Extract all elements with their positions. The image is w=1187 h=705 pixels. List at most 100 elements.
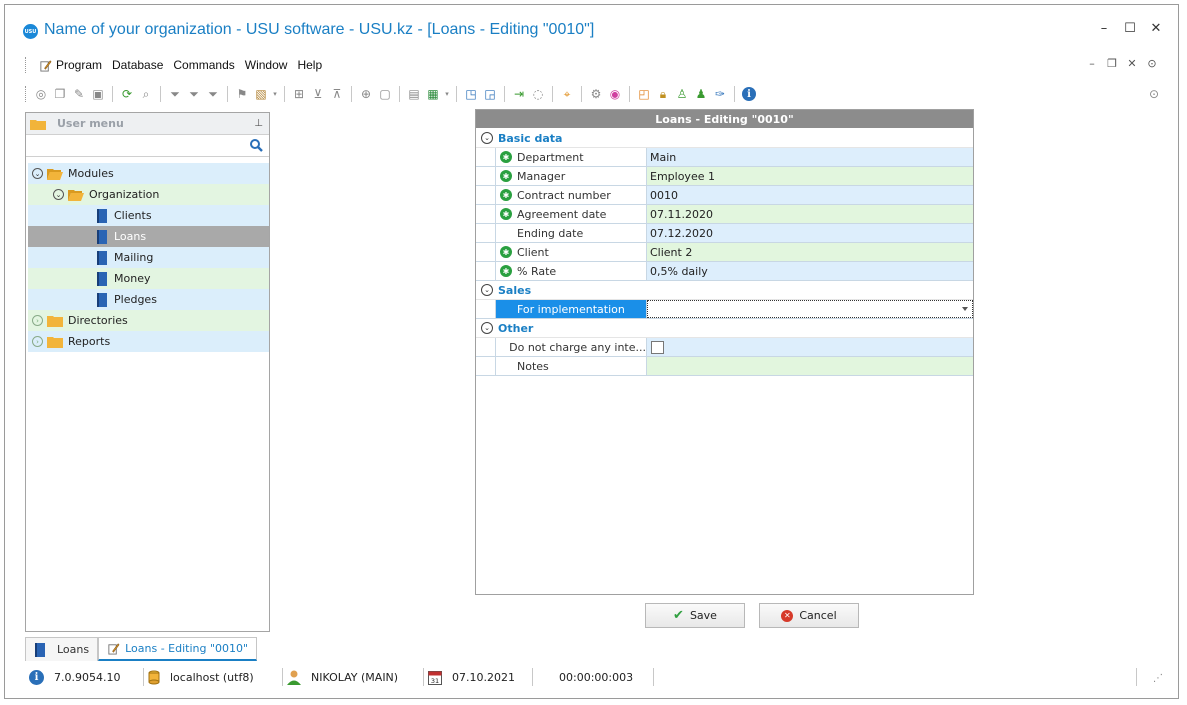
tree-item-label: Mailing [114, 251, 154, 264]
mdi-restore-button[interactable]: ❐ [1106, 57, 1118, 70]
flag-icon[interactable]: ⚑ [234, 86, 250, 102]
ending-date-value[interactable]: 07.12.2020 [647, 224, 973, 242]
toolbar-grip[interactable] [25, 86, 28, 102]
tree-item-clients[interactable]: Clients [28, 205, 269, 226]
prop-for-implementation[interactable]: For implementation [476, 300, 973, 319]
cancel-button[interactable]: ✕ Cancel [759, 603, 859, 628]
tree-item-mailing[interactable]: Mailing [28, 247, 269, 268]
export-dropdown-icon[interactable]: ▾ [444, 86, 450, 102]
tree-item-money[interactable]: Money [28, 268, 269, 289]
export-excel-icon[interactable]: ▦ [425, 86, 441, 102]
tree-item-directories[interactable]: › Directories [28, 310, 269, 331]
user-key-icon[interactable]: ♙ [674, 86, 690, 102]
note-icon[interactable]: ▢ [377, 86, 393, 102]
close-button[interactable]: ✕ [1150, 21, 1162, 37]
location-pin-icon[interactable]: ⌖ [559, 86, 575, 102]
filter-check-icon[interactable]: ⏷ [205, 86, 221, 102]
tree-item-modules[interactable]: ⌄ Modules [28, 163, 269, 184]
category-other[interactable]: ⌄ Other [476, 319, 973, 338]
prop-agreement-date[interactable]: ✱ Agreement date 07.11.2020 [476, 205, 973, 224]
info-icon[interactable]: i [741, 86, 757, 102]
copy-record-icon[interactable]: ❐ [52, 86, 68, 102]
tree-item-pledges[interactable]: Pledges [28, 289, 269, 310]
circle-icon[interactable]: ◌ [530, 86, 546, 102]
rss-icon[interactable]: ◰ [636, 86, 652, 102]
color-wheel-icon[interactable]: ◉ [607, 86, 623, 102]
filter-icon[interactable]: ⏷ [167, 86, 183, 102]
expand-all-icon[interactable]: ⊻ [310, 86, 326, 102]
for-implementation-dropdown[interactable] [647, 300, 973, 318]
collapse-icon[interactable]: › [32, 336, 43, 347]
expand-icon[interactable]: ⌄ [32, 168, 43, 179]
prop-no-interest[interactable]: Do not charge any inte... [476, 338, 973, 357]
users-icon[interactable]: ♟ [693, 86, 709, 102]
tree-item-reports[interactable]: › Reports [28, 331, 269, 352]
prop-department[interactable]: ✱ Department Main [476, 148, 973, 167]
mdi-collapse-icon[interactable]: ⊙ [1146, 57, 1158, 70]
category-basic-data[interactable]: ⌄ Basic data [476, 129, 973, 148]
collapse-icon[interactable]: › [32, 315, 43, 326]
menu-program[interactable]: Program [34, 58, 107, 72]
notes-value[interactable] [647, 357, 973, 375]
mdi-minimize-button[interactable]: – [1086, 57, 1098, 70]
image-dropdown-icon[interactable]: ▾ [272, 86, 278, 102]
no-interest-checkbox[interactable] [651, 340, 664, 354]
collapse-all-icon[interactable]: ⊼ [329, 86, 345, 102]
user-menu-search[interactable] [26, 135, 269, 157]
prop-rate[interactable]: ✱ % Rate 0,5% daily [476, 262, 973, 281]
exit-icon[interactable]: ⇥ [511, 86, 527, 102]
prop-contract-number[interactable]: ✱ Contract number 0010 [476, 186, 973, 205]
client-value[interactable]: Client 2 [647, 243, 973, 261]
resize-grip-icon[interactable]: ⋰ [1153, 673, 1163, 684]
search-icon[interactable] [249, 138, 263, 152]
tree-item-organization[interactable]: ⌄ Organization [28, 184, 269, 205]
category-sales[interactable]: ⌄ Sales [476, 281, 973, 300]
refresh-icon[interactable]: ⟳ [119, 86, 135, 102]
minimize-button[interactable]: – [1098, 21, 1110, 37]
prop-client[interactable]: ✱ Client Client 2 [476, 243, 973, 262]
edit-record-icon[interactable]: ✎ [71, 86, 87, 102]
save-label: Save [689, 609, 717, 622]
save-button[interactable]: ✔ Save [645, 603, 745, 628]
new-window-icon[interactable]: ◳ [463, 86, 479, 102]
image-icon[interactable]: ▧ [253, 86, 269, 102]
mdi-close-button[interactable]: ✕ [1126, 57, 1138, 70]
agreement-date-value[interactable]: 07.11.2020 [647, 205, 973, 223]
prop-notes[interactable]: Notes [476, 357, 973, 376]
insert-icon[interactable]: ⊕ [358, 86, 374, 102]
search-icon[interactable]: ⌕ [138, 86, 154, 102]
menu-help[interactable]: Help [292, 58, 327, 72]
add-record-icon[interactable]: ◎ [33, 86, 49, 102]
status-bar: i 7.0.9054.10 localhost (utf8) NIKOLAY (… [25, 665, 1175, 689]
lock-icon[interactable]: 🔒︎ [655, 86, 671, 102]
dropdown-arrow-icon[interactable] [962, 307, 968, 311]
report-icon[interactable]: ▤ [406, 86, 422, 102]
manager-value[interactable]: Employee 1 [647, 167, 973, 185]
delete-record-icon[interactable]: ▣ [90, 86, 106, 102]
department-value[interactable]: Main [647, 148, 973, 166]
columns-icon[interactable]: ⊞ [291, 86, 307, 102]
new-tab-icon[interactable]: ◲ [482, 86, 498, 102]
prop-ending-date[interactable]: Ending date 07.12.2020 [476, 224, 973, 243]
collapse-category-icon[interactable]: ⌄ [481, 322, 493, 334]
maximize-button[interactable]: ☐ [1124, 21, 1136, 37]
user-menu-panel: User menu ⊥ ⌄ Modules ⌄ Organization Cli… [25, 112, 270, 632]
menu-window[interactable]: Window [240, 58, 293, 72]
filter-clear-icon[interactable]: ⏷ [186, 86, 202, 102]
contract-number-value[interactable]: 0010 [647, 186, 973, 204]
pin-icon[interactable]: ⊥ [254, 118, 263, 129]
rate-value[interactable]: 0,5% daily [647, 262, 973, 280]
expand-icon[interactable]: ⌄ [53, 189, 64, 200]
gear-icon[interactable]: ⚙ [588, 86, 604, 102]
menu-commands[interactable]: Commands [168, 58, 239, 72]
menu-database[interactable]: Database [107, 58, 168, 72]
collapse-category-icon[interactable]: ⌄ [481, 132, 493, 144]
toolbar-collapse-icon[interactable]: ⊙ [1146, 86, 1162, 102]
tree-item-loans[interactable]: Loans [28, 226, 269, 247]
prop-manager[interactable]: ✱ Manager Employee 1 [476, 167, 973, 186]
menu-grip[interactable] [25, 57, 28, 73]
collapse-category-icon[interactable]: ⌄ [481, 284, 493, 296]
tab-loans-editing[interactable]: Loans - Editing "0010" [98, 637, 258, 661]
pushpin-icon[interactable]: ✑ [712, 86, 728, 102]
tab-loans[interactable]: Loans [25, 637, 99, 661]
